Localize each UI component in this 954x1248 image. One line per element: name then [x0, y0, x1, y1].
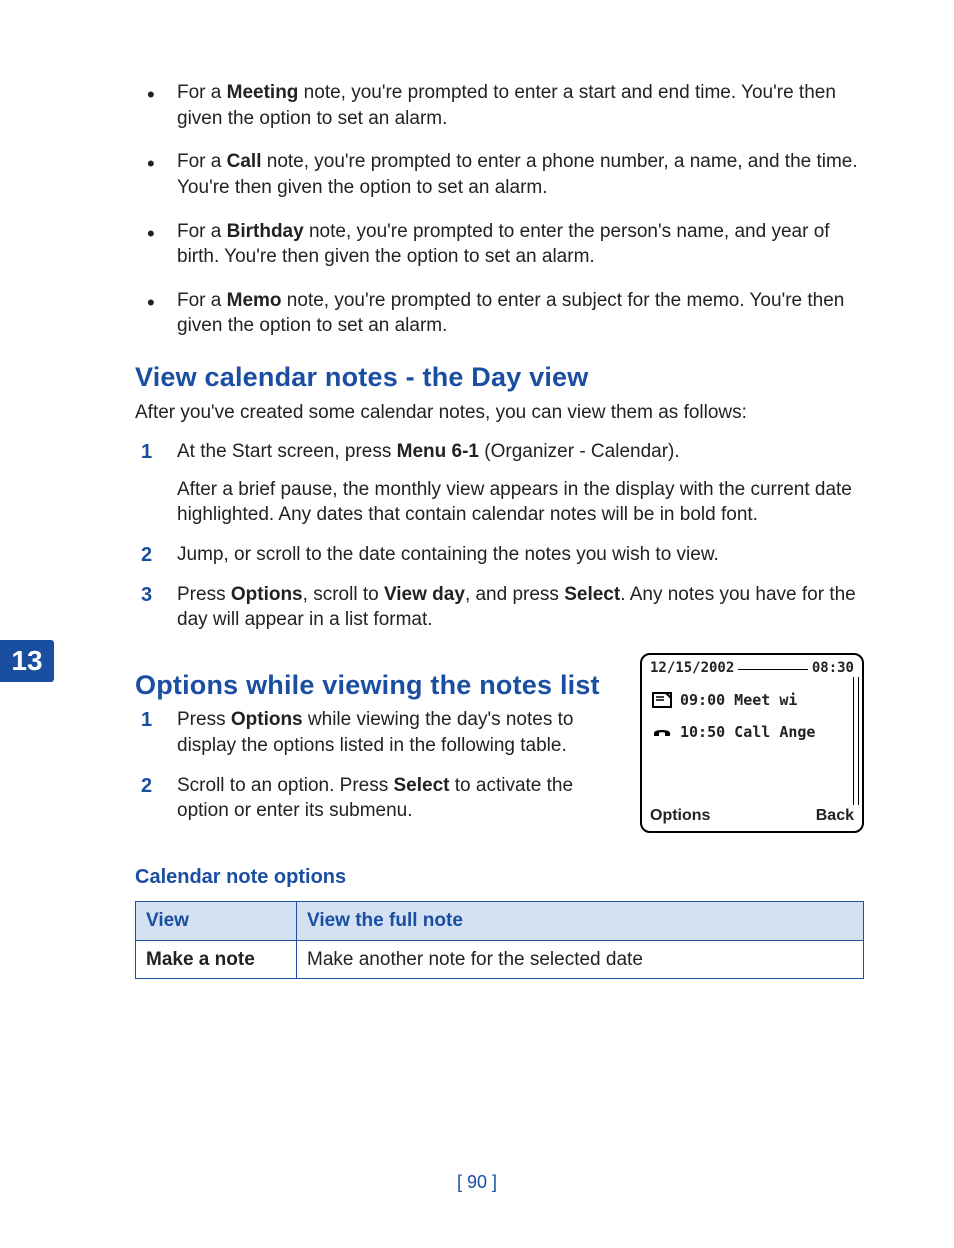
note-icon — [652, 692, 672, 708]
phone-date: 12/15/2002 — [650, 659, 734, 678]
table-header-row: View View the full note — [136, 902, 864, 941]
phone-screen: 12/15/2002 08:30 09:00 Meet wi 10:50 Cal… — [640, 653, 864, 833]
scrollbar — [853, 677, 859, 805]
select-label: Select — [394, 775, 450, 796]
text: Scroll to an option. Press — [177, 775, 394, 796]
text: Press — [177, 709, 231, 730]
text: (Organizer - Calendar). — [479, 441, 680, 462]
bullet-birthday: For a Birthday note, you're prompted to … — [135, 219, 864, 270]
bullet-memo: For a Memo note, you're prompted to ente… — [135, 288, 864, 339]
day-view-intro: After you've created some calendar notes… — [135, 400, 864, 426]
phone-icon — [652, 725, 672, 739]
phone-time: 08:30 — [812, 659, 854, 678]
bullet-prefix: For a — [177, 290, 227, 311]
bullet-prefix: For a — [177, 221, 227, 242]
option-name: Make a note — [136, 940, 297, 979]
phone-illustration: 12/15/2002 08:30 09:00 Meet wi 10:50 Cal… — [640, 653, 864, 833]
bullet-bold: Meeting — [227, 82, 299, 103]
step-2: Jump, or scroll to the date containing t… — [135, 542, 864, 568]
text: Jump, or scroll to the date containing t… — [177, 542, 864, 568]
step-1: Press Options while viewing the day's no… — [135, 707, 622, 758]
page-number: [ 90 ] — [0, 1170, 954, 1194]
bullet-prefix: For a — [177, 82, 227, 103]
header-cell-description: View the full note — [297, 902, 864, 941]
menu-path: Menu 6-1 — [397, 441, 479, 462]
step-1-detail: After a brief pause, the monthly view ap… — [177, 477, 864, 528]
bullet-bold: Memo — [227, 290, 282, 311]
heading-day-view: View calendar notes - the Day view — [135, 359, 864, 395]
table-caption: Calendar note options — [135, 864, 864, 891]
text: , and press — [465, 584, 564, 605]
text: Press — [177, 584, 231, 605]
text: At the Start screen, press — [177, 441, 397, 462]
options-label: Options — [231, 709, 303, 730]
step-2: Scroll to an option. Press Select to act… — [135, 773, 622, 824]
day-view-steps: At the Start screen, press Menu 6-1 (Org… — [135, 439, 864, 633]
bullet-bold: Call — [227, 151, 262, 172]
softkey-right: Back — [816, 805, 854, 827]
bullet-call: For a Call note, you're prompted to ente… — [135, 149, 864, 200]
bullet-bold: Birthday — [227, 221, 304, 242]
step-3: Press Options, scroll to View day, and p… — [135, 582, 864, 633]
bullet-prefix: For a — [177, 151, 227, 172]
text: , scroll to — [303, 584, 384, 605]
options-label: Options — [231, 584, 303, 605]
option-description: Make another note for the selected date — [297, 940, 864, 979]
divider-line — [738, 669, 808, 670]
phone-entry-2: 10:50 Call Ange — [680, 722, 815, 742]
view-day-label: View day — [384, 584, 465, 605]
note-type-bullets: For a Meeting note, you're prompted to e… — [135, 80, 864, 339]
heading-options-list: Options while viewing the notes list — [135, 667, 622, 703]
bullet-suffix: note, you're prompted to enter a phone n… — [177, 151, 858, 198]
chapter-tab: 13 — [0, 640, 54, 682]
table-row: Make a note Make another note for the se… — [136, 940, 864, 979]
bullet-meeting: For a Meeting note, you're prompted to e… — [135, 80, 864, 131]
softkey-left: Options — [650, 805, 710, 827]
select-label: Select — [564, 584, 620, 605]
page-content: For a Meeting note, you're prompted to e… — [0, 0, 954, 1019]
phone-entry-1: 09:00 Meet wi — [680, 690, 797, 710]
options-steps: Press Options while viewing the day's no… — [135, 707, 622, 824]
header-cell-option: View — [136, 902, 297, 941]
step-1: At the Start screen, press Menu 6-1 (Org… — [135, 439, 864, 528]
calendar-note-options-table: View View the full note Make a note Make… — [135, 901, 864, 979]
